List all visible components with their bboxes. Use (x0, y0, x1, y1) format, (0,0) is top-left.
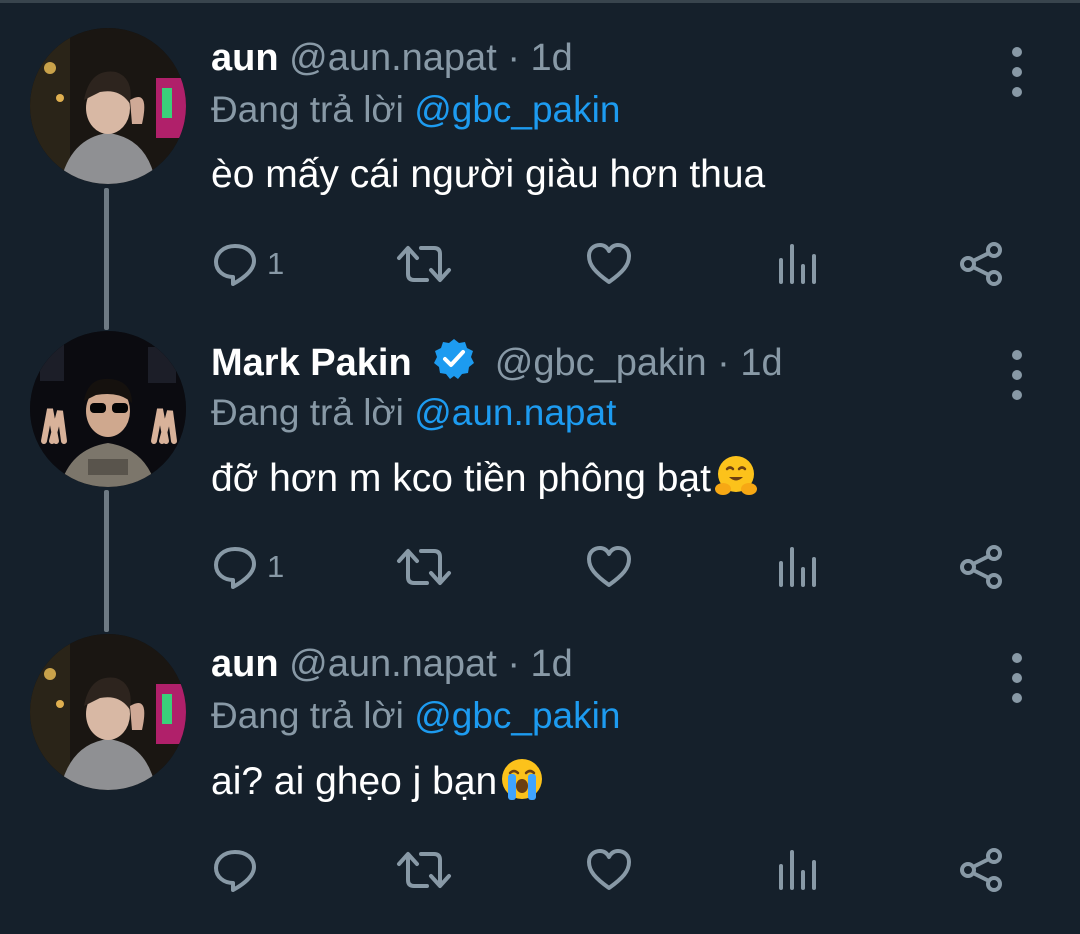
reply-button[interactable]: 1 (211, 537, 284, 597)
replying-to-label: Đang trả lời (211, 392, 404, 433)
retweet-icon (397, 549, 451, 585)
share-icon (960, 242, 1002, 286)
hugging-face-emoji (714, 456, 757, 495)
analytics-button[interactable] (773, 537, 821, 597)
analytics-button[interactable] (773, 234, 821, 294)
more-vertical-icon[interactable] (1003, 44, 1031, 100)
user-handle[interactable]: @aun.napat (289, 643, 497, 685)
user-handle[interactable]: @gbc_pakin (495, 342, 707, 384)
tweet-header: aun @aun.napat · 1d (211, 640, 573, 688)
heart-icon (587, 243, 631, 284)
reply-mention-link[interactable]: @gbc_pakin (414, 695, 620, 736)
reply-count: 1 (267, 549, 285, 584)
tweet-text-content: đỡ hơn m kco tiền phông bạt (211, 457, 711, 500)
separator-dot: · (507, 643, 520, 685)
analytics-button[interactable] (773, 840, 821, 900)
analytics-icon (779, 244, 816, 284)
retweet-icon (397, 246, 451, 282)
tweet-text: đỡ hơn m kco tiền phông bạt (211, 453, 759, 504)
like-button[interactable] (585, 840, 633, 900)
avatar[interactable] (30, 331, 186, 487)
tweet-text: èo mấy cái người giàu hơn thua (211, 150, 765, 200)
separator-dot: · (507, 37, 520, 79)
like-button[interactable] (585, 234, 633, 294)
more-vertical-icon[interactable] (1003, 650, 1031, 706)
reply-button[interactable]: 1 (211, 234, 284, 294)
replying-to-line: Đang trả lời @gbc_pakin (211, 692, 620, 740)
reply-mention-link[interactable]: @aun.napat (414, 392, 616, 433)
share-button[interactable] (957, 840, 1005, 900)
heart-icon (587, 546, 631, 587)
retweet-button[interactable] (396, 537, 452, 597)
avatar[interactable] (30, 28, 186, 184)
reply-icon (214, 850, 256, 892)
replying-to-line: Đang trả lời @aun.napat (211, 389, 616, 437)
avatar-aun-image (30, 28, 186, 184)
reply-icon (214, 244, 256, 286)
retweet-button[interactable] (396, 234, 452, 294)
like-button[interactable] (585, 537, 633, 597)
display-name[interactable]: Mark Pakin (211, 342, 412, 384)
share-icon (960, 545, 1002, 589)
retweet-icon (397, 852, 451, 888)
verified-badge-icon (434, 339, 475, 379)
tweet-actions: 1 (211, 234, 1031, 294)
reply-count: 1 (267, 246, 285, 281)
user-handle[interactable]: @aun.napat (289, 37, 497, 79)
share-button[interactable] (957, 537, 1005, 597)
more-vertical-icon[interactable] (1003, 347, 1031, 403)
retweet-button[interactable] (396, 840, 452, 900)
share-icon (960, 848, 1002, 892)
replying-to-line: Đang trả lời @gbc_pakin (211, 86, 620, 134)
avatar[interactable] (30, 634, 186, 790)
replying-to-label: Đang trả lời (211, 695, 404, 736)
tweet-header: aun @aun.napat · 1d (211, 34, 573, 82)
analytics-icon (779, 850, 816, 890)
display-name[interactable]: aun (211, 37, 279, 79)
heart-icon (587, 849, 631, 890)
tweet[interactable]: aun @aun.napat · 1d Đang trả lời @gbc_pa… (0, 634, 1080, 934)
top-divider (0, 0, 1080, 3)
tweet[interactable]: Mark Pakin @gbc_pakin · 1d Đang trả lời … (0, 331, 1080, 631)
timestamp[interactable]: 1d (531, 37, 573, 79)
tweet[interactable]: aun @aun.napat · 1d Đang trả lời @gbc_pa… (0, 28, 1080, 328)
tweet-text-content: èo mấy cái người giàu hơn thua (211, 153, 766, 196)
separator-dot: · (717, 342, 730, 384)
reply-icon (214, 547, 256, 589)
tweet-actions (211, 840, 1031, 900)
display-name[interactable]: aun (211, 643, 279, 685)
share-button[interactable] (957, 234, 1005, 294)
tweet-text-content: ai? ai ghẹo j bạn (211, 760, 498, 803)
tweet-actions: 1 (211, 537, 1031, 597)
tweet-header: Mark Pakin @gbc_pakin · 1d (211, 337, 783, 387)
loudly-crying-face-emoji (502, 759, 543, 800)
reply-button[interactable] (211, 840, 267, 900)
reply-mention-link[interactable]: @gbc_pakin (414, 89, 620, 130)
replying-to-label: Đang trả lời (211, 89, 404, 130)
analytics-icon (779, 547, 816, 587)
timestamp[interactable]: 1d (740, 342, 782, 384)
tweet-text: ai? ai ghẹo j bạn (211, 756, 545, 807)
avatar-mark-image (30, 331, 186, 487)
timestamp[interactable]: 1d (531, 643, 573, 685)
avatar-aun-image (30, 634, 186, 790)
